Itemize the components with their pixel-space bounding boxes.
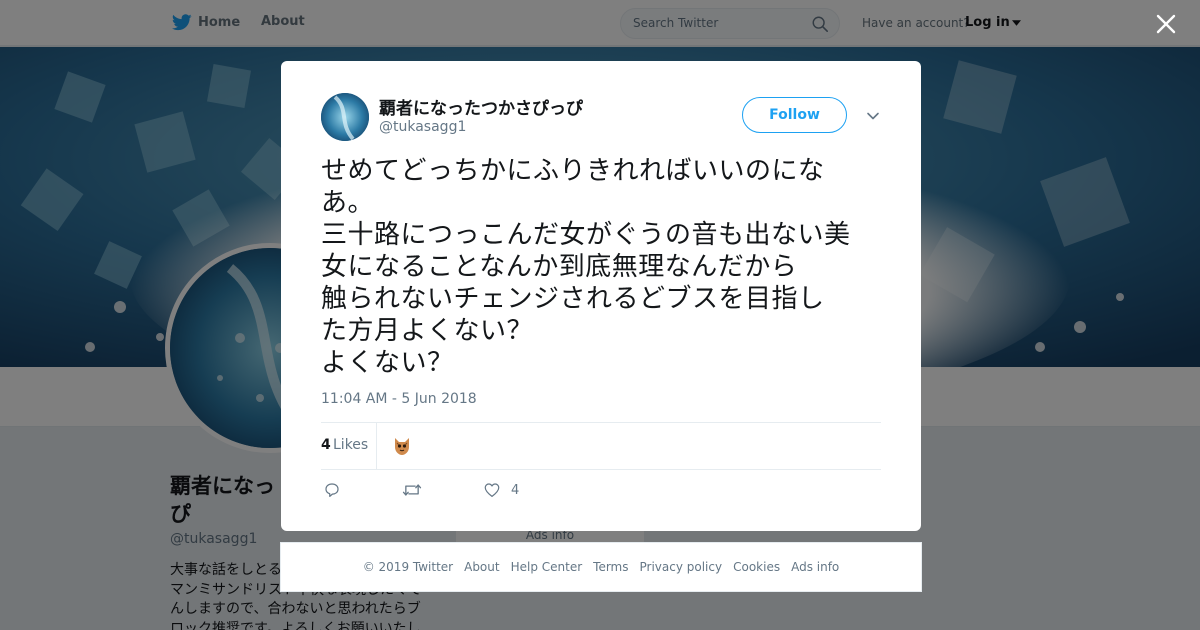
likes-count[interactable]: 4 xyxy=(321,437,331,453)
reply-button[interactable] xyxy=(323,481,341,499)
stats-divider xyxy=(376,423,377,470)
tweet-text: せめてどっちかにふりきれればいいのにな あ。 三十路につっこんだ女がぐうの音も出… xyxy=(321,156,851,378)
heart-icon xyxy=(484,483,500,497)
footer-link-cookies[interactable]: Cookies xyxy=(733,560,780,574)
footer-link-help-center[interactable]: Help Center xyxy=(511,560,583,574)
close-icon[interactable] xyxy=(1154,12,1178,36)
footer-link-ads-info[interactable]: Ads info xyxy=(791,560,839,574)
chevron-down-icon[interactable] xyxy=(865,108,881,124)
like-button[interactable]: 4 xyxy=(483,481,519,499)
footer-link-terms[interactable]: Terms xyxy=(593,560,628,574)
tweet-actions: 4 xyxy=(321,481,881,501)
tweet-stats: 4 Likes xyxy=(321,422,881,470)
like-count: 4 xyxy=(511,482,520,498)
modal-footer: © 2019 Twitter About Help Center Terms P… xyxy=(280,542,922,592)
footer-links: © 2019 Twitter About Help Center Terms P… xyxy=(281,560,921,574)
liker-avatar[interactable] xyxy=(391,435,413,457)
retweet-icon xyxy=(402,484,422,496)
tweet-timestamp[interactable]: 11:04 AM - 5 Jun 2018 xyxy=(321,391,477,407)
author-name[interactable]: 覇者になったつかさぴっぴ xyxy=(379,94,583,119)
follow-button[interactable]: Follow xyxy=(742,97,847,133)
retweet-button[interactable] xyxy=(402,481,422,499)
footer-link-privacy[interactable]: Privacy policy xyxy=(640,560,723,574)
author-avatar[interactable] xyxy=(321,93,369,141)
tweet-modal: 覇者になったつかさぴっぴ @tukasagg1 Follow せめてどっちかにふ… xyxy=(281,61,921,531)
footer-link-copyright[interactable]: © 2019 Twitter xyxy=(363,560,453,574)
likes-label[interactable]: Likes xyxy=(333,437,368,453)
reply-icon xyxy=(325,483,339,497)
author-handle[interactable]: @tukasagg1 xyxy=(379,119,466,135)
footer-link-about[interactable]: About xyxy=(464,560,499,574)
